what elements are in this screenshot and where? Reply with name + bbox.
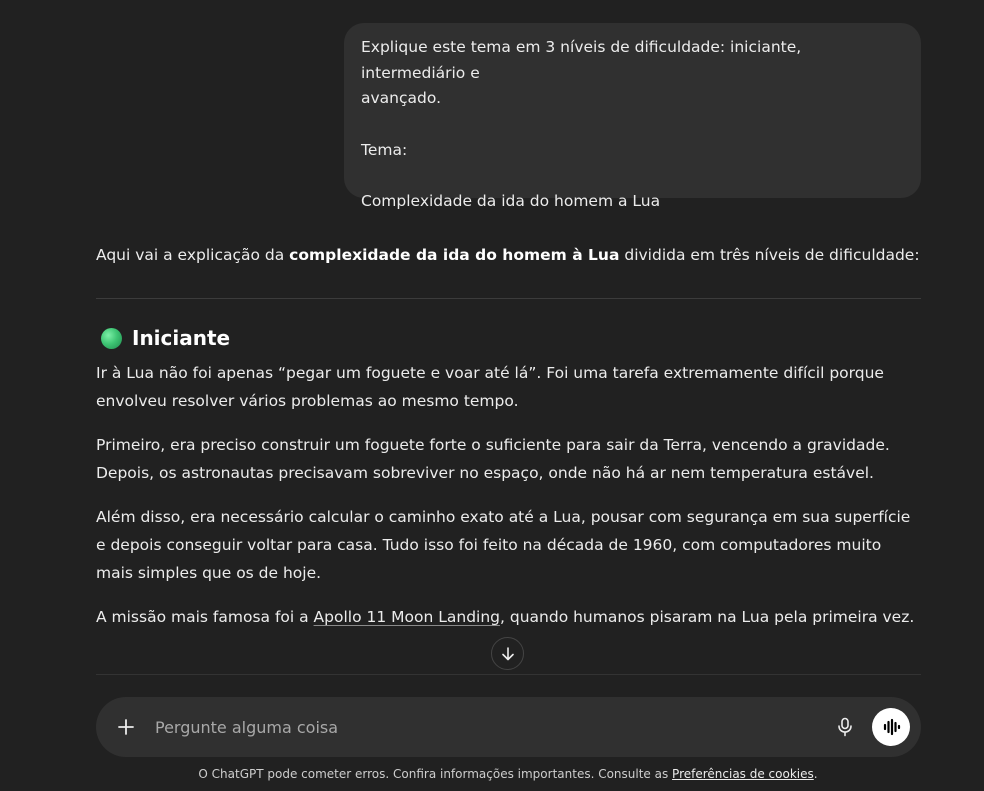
paragraph: Primeiro, era preciso construir um fogue… [96,436,890,482]
user-message-line: avançado. [361,89,441,107]
attach-button[interactable] [111,712,141,742]
green-circle-icon [101,327,122,349]
composer [96,697,921,757]
cookie-preferences-link[interactable]: Preferências de cookies [672,767,814,781]
paragraph-text: A missão mais famosa foi a [96,608,314,626]
user-message-line: Tema: [361,140,408,159]
dictate-button[interactable] [830,712,860,742]
paragraph: A missão mais famosa foi a Apollo 11 Moo… [96,603,921,631]
assistant-message: Aqui vai a explicação da complexidade da… [96,241,921,647]
paragraph: Além disso, era necessário calcular o ca… [96,508,911,582]
composer-separator [96,674,921,675]
section-title: Iniciante [132,326,231,350]
disclaimer-text: . [813,767,818,781]
disclaimer-text: O ChatGPT pode cometer erros. Confira in… [198,767,673,781]
arrow-down-icon [501,646,514,660]
section-divider [96,298,921,299]
disclaimer-footer: O ChatGPT pode cometer erros. Confira in… [0,766,984,782]
intro-text: Aqui vai a explicação da [96,246,290,264]
user-message-bubble: Explique este tema em 3 níveis de dificu… [344,23,921,210]
paragraph: Ir à Lua não foi apenas “pegar um foguet… [96,364,884,410]
assistant-intro: Aqui vai a explicação da complexidade da… [96,241,921,269]
user-message-line: Complexidade da ida do homem a Lua [361,192,661,210]
scroll-to-bottom-button[interactable] [491,637,524,670]
microphone-icon [838,717,852,737]
plus-icon [118,719,134,735]
prompt-input[interactable] [153,716,830,738]
paragraph-text: , quando humanos pisaram na Lua pela pri… [500,608,915,626]
user-message-line: Explique este tema em 3 níveis de dificu… [361,38,807,82]
intro-text: dividida em três níveis de dificuldade: [619,246,920,264]
chat-page: Explique este tema em 3 níveis de dificu… [0,0,984,791]
voice-mode-button[interactable] [872,708,910,746]
apollo-link[interactable]: Apollo 11 Moon Landing [314,608,500,626]
voice-mode-icon [883,718,901,736]
section-heading: Iniciante [96,323,921,353]
intro-bold-text: complexidade da ida do homem à Lua [289,246,620,264]
